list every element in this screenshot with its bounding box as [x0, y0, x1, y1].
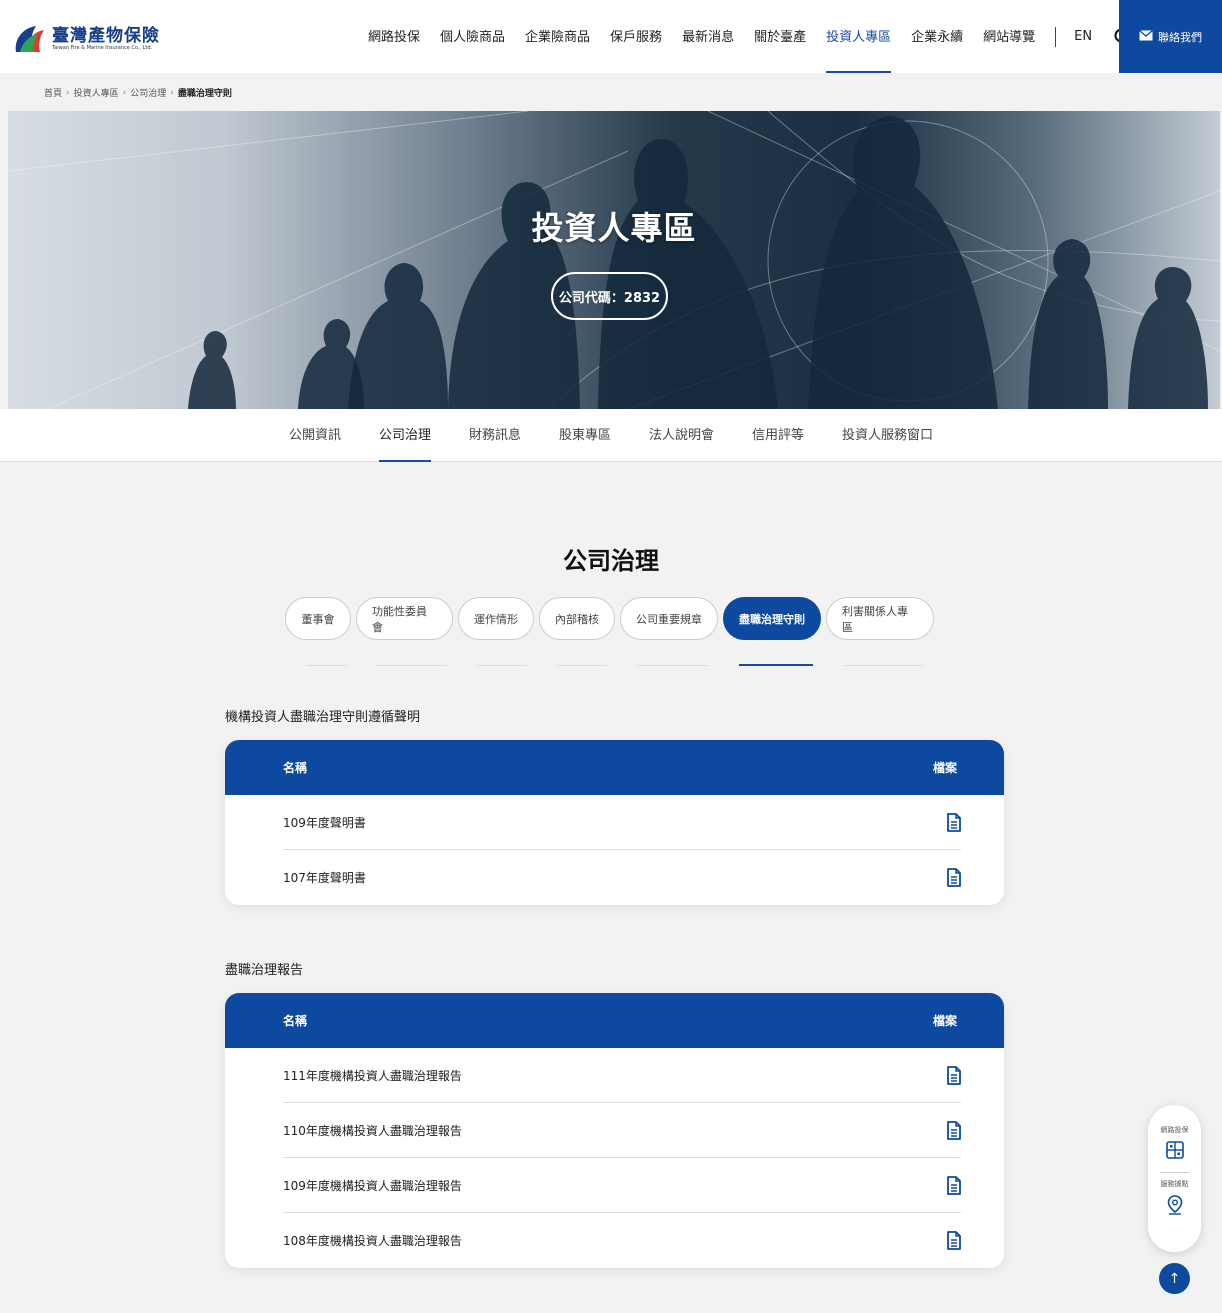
pill-committees[interactable]: 功能性委員會 [356, 597, 453, 640]
table-row: 107年度聲明書 [283, 850, 961, 905]
row-title: 109年度聲明書 [283, 815, 366, 830]
statement-table: 名稱 檔案 109年度聲明書 107年度聲明書 [225, 740, 1004, 905]
tab-public-info[interactable]: 公開資訊 [289, 409, 341, 462]
section-title: 公司治理 [563, 547, 659, 575]
column-file-header: 檔案 [932, 761, 957, 775]
tab-shareholders[interactable]: 股東專區 [559, 409, 611, 462]
nav-sustainability[interactable]: 企業永續 [911, 0, 963, 73]
document-icon[interactable] [947, 868, 961, 887]
grid-icon [1165, 1141, 1184, 1163]
nav-business-products[interactable]: 企業險商品 [525, 0, 590, 73]
document-icon[interactable] [947, 1231, 961, 1250]
breadcrumb-home[interactable]: 首頁 [44, 86, 62, 99]
hero-banner: 投資人專區 公司代碼：2832 [8, 111, 1220, 409]
tab-investor-service[interactable]: 投資人服務窗口 [842, 409, 933, 462]
main-nav: 網路投保 個人險商品 企業險商品 保戶服務 最新消息 關於臺產 投資人專區 企業… [368, 0, 1132, 73]
pill-underline [637, 665, 709, 666]
document-icon[interactable] [947, 1065, 961, 1085]
table-row: 111年度機構投資人盡職治理報告 [283, 1048, 961, 1103]
contact-button[interactable]: 聯絡我們 [1119, 0, 1222, 73]
breadcrumb-governance[interactable]: 公司治理 [130, 86, 166, 99]
logo-name-cn: 臺灣產物保險 [52, 25, 160, 46]
tab-investor-conference[interactable]: 法人說明會 [649, 409, 714, 462]
tab-corporate-governance[interactable]: 公司治理 [378, 409, 431, 462]
pill-board[interactable]: 董事會 [285, 597, 351, 640]
governance-category-pills: 董事會 功能性委員會 運作情形 內部稽核 公司重要規章 盡職治理守則 利害關係人… [285, 597, 939, 640]
breadcrumb: 首頁 › 投資人專區 › 公司治理 › 盡職治理守則 [44, 86, 232, 100]
quick-link-online-insurance[interactable]: 網路投保 [1161, 1105, 1189, 1163]
language-toggle[interactable]: EN [1074, 29, 1092, 44]
pill-underline [306, 665, 346, 666]
pill-underline [477, 665, 527, 666]
breadcrumb-investors[interactable]: 投資人專區 [74, 86, 119, 99]
mail-icon [1139, 29, 1153, 44]
investor-subnav: 公開資訊 公司治理 財務訊息 股東專區 法人說明會 信用評等 投資人服務窗口 [0, 409, 1222, 462]
report-table: 名稱 檔案 111年度機構投資人盡職治理報告 110年度機構投資人盡職治理報告 … [225, 993, 1004, 1268]
row-title: 109年度機構投資人盡職治理報告 [283, 1178, 462, 1193]
pill-underlines [306, 664, 953, 666]
floating-quick-links: 網路投保 服務據點 [1148, 1105, 1201, 1252]
nav-policyholder-service[interactable]: 保戶服務 [610, 0, 662, 73]
breadcrumb-separator: › [122, 87, 127, 98]
nav-investors[interactable]: 投資人專區 [826, 0, 892, 73]
back-to-top-button[interactable]: ↑ [1159, 1263, 1190, 1294]
pill-underline [843, 665, 923, 666]
document-icon[interactable] [947, 812, 961, 832]
pill-underline [376, 665, 447, 666]
column-file-header: 檔案 [932, 1014, 957, 1028]
row-title: 111年度機構投資人盡職治理報告 [283, 1068, 462, 1083]
quick-link-locations[interactable]: 服務據點 [1161, 1173, 1189, 1219]
nav-divider [1055, 26, 1057, 47]
breadcrumb-separator: › [66, 87, 70, 98]
breadcrumb-current: 盡職治理守則 [177, 89, 232, 99]
table-heading-statement: 機構投資人盡職治理守則遵循聲明 [225, 710, 421, 725]
pill-operations[interactable]: 運作情形 [458, 597, 534, 640]
pill-underline-active [739, 664, 813, 666]
hero-title: 投資人專區 [531, 209, 697, 247]
nav-news[interactable]: 最新消息 [682, 0, 734, 73]
document-icon[interactable] [947, 1175, 961, 1195]
document-icon[interactable] [947, 1120, 961, 1140]
table-row: 109年度機構投資人盡職治理報告 [283, 1158, 961, 1213]
table-row: 108年度機構投資人盡職治理報告 [283, 1213, 961, 1268]
company-code-badge: 公司代碼：2832 [551, 272, 668, 320]
table-row: 110年度機構投資人盡職治理報告 [283, 1103, 961, 1158]
table-header: 名稱 檔案 [225, 740, 1004, 795]
column-name-header: 名稱 [283, 1014, 308, 1028]
nav-online-insurance[interactable]: 網路投保 [368, 0, 420, 73]
breadcrumb-separator: › [170, 87, 174, 98]
pill-internal-audit[interactable]: 內部稽核 [539, 597, 615, 640]
site-header: 臺灣產物保險 Taiwan Fire & Marine Insurance Co… [0, 0, 1222, 73]
company-logo[interactable]: 臺灣產物保險 Taiwan Fire & Marine Insurance Co… [12, 22, 160, 56]
pill-stakeholders[interactable]: 利害關係人專區 [826, 597, 934, 640]
pill-regulations[interactable]: 公司重要規章 [620, 597, 718, 640]
contact-label: 聯絡我們 [1158, 30, 1202, 44]
row-title: 108年度機構投資人盡職治理報告 [283, 1234, 462, 1248]
quick-link-label: 網路投保 [1160, 1126, 1189, 1134]
pill-underline [557, 665, 607, 666]
column-name-header: 名稱 [283, 761, 308, 775]
nav-sitemap[interactable]: 網站導覽 [983, 0, 1035, 73]
tab-credit-rating[interactable]: 信用評等 [752, 409, 804, 462]
pill-stewardship[interactable]: 盡職治理守則 [723, 597, 821, 640]
row-title: 110年度機構投資人盡職治理報告 [283, 1123, 462, 1138]
hero-background-image [8, 111, 1220, 409]
location-pin-icon [1167, 1195, 1183, 1219]
row-title: 107年度聲明書 [283, 871, 366, 885]
table-heading-report: 盡職治理報告 [225, 963, 304, 978]
table-row: 109年度聲明書 [283, 795, 961, 850]
table-header: 名稱 檔案 [225, 993, 1004, 1048]
logo-name-en: Taiwan Fire & Marine Insurance Co., Ltd. [52, 44, 153, 51]
nav-personal-products[interactable]: 個人險商品 [440, 0, 505, 73]
nav-about[interactable]: 關於臺產 [754, 0, 806, 73]
tab-financial-info[interactable]: 財務訊息 [469, 409, 521, 462]
logo-mark-icon [12, 22, 46, 56]
quick-link-label: 服務據點 [1160, 1180, 1189, 1188]
